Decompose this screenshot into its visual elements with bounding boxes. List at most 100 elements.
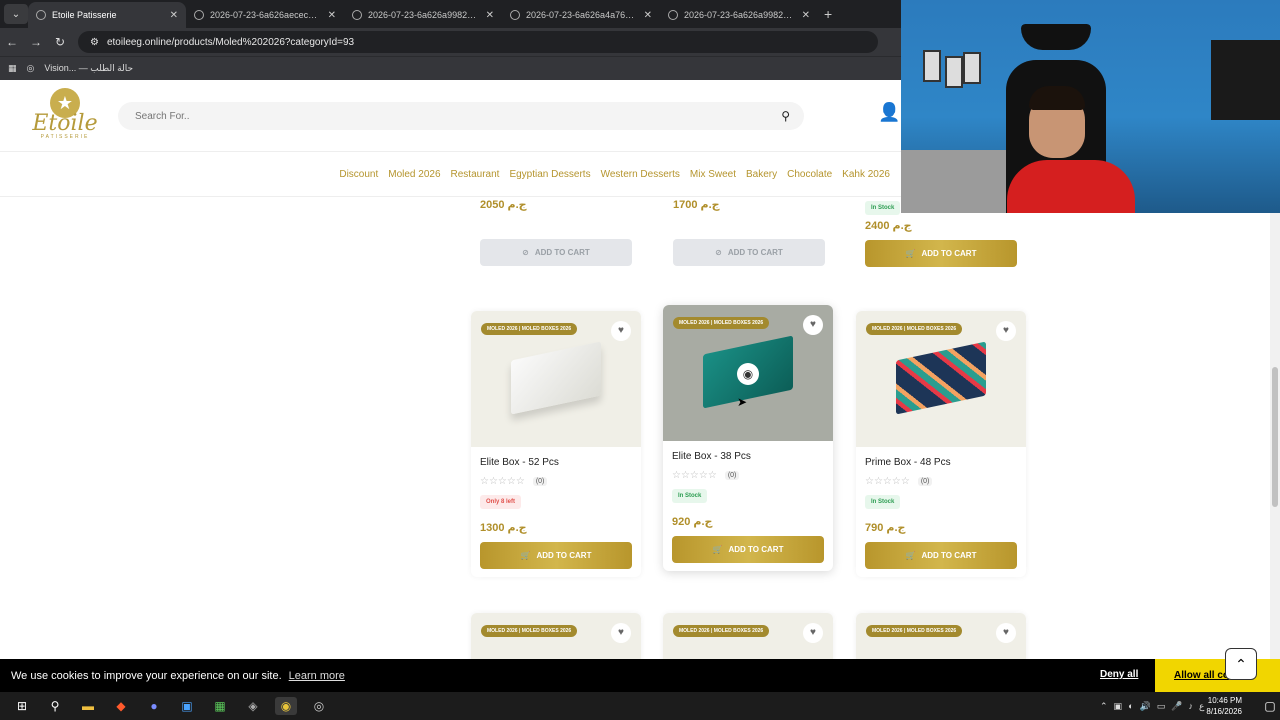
- tab-1[interactable]: 2026-07-23-6a626aecec609.pn✕: [186, 2, 344, 28]
- heart-icon[interactable]: ♥: [611, 623, 631, 643]
- new-tab-plus-icon[interactable]: +: [824, 6, 832, 22]
- heart-icon[interactable]: ♥: [611, 321, 631, 341]
- file-explorer-icon[interactable]: ▬: [77, 697, 99, 715]
- add-to-cart-button-disabled[interactable]: ⊘ ADD TO CART: [673, 239, 825, 266]
- product-image[interactable]: MOLED 2026 | MOLED BOXES 2026 ♥: [471, 311, 641, 447]
- obs-icon[interactable]: ◎: [308, 697, 330, 715]
- clock[interactable]: 10:46 PM 8/16/2026: [1190, 695, 1242, 717]
- back-arrow-icon[interactable]: ←: [0, 35, 24, 49]
- site-info-icon[interactable]: ⚙: [90, 37, 99, 48]
- learn-more-link[interactable]: Learn more: [289, 670, 345, 682]
- nav-bakery[interactable]: Bakery: [746, 169, 777, 180]
- scrollbar-thumb[interactable]: [1272, 367, 1278, 507]
- category-badge: MOLED 2026 | MOLED BOXES 2026: [673, 317, 770, 329]
- product-price: 1700 ج.م: [673, 199, 720, 211]
- rating-stars: ☆☆☆☆☆ (0): [865, 476, 1017, 487]
- tab-3[interactable]: 2026-07-23-6a626a4a7609e.pn✕: [502, 2, 660, 28]
- chrome-icon[interactable]: ◉: [275, 697, 297, 715]
- brave-browser-icon[interactable]: ◆: [110, 697, 132, 715]
- product-image[interactable]: MOLED 2026 | MOLED BOXES 2026 ♥: [856, 311, 1026, 447]
- nav-mix-sweet[interactable]: Mix Sweet: [690, 169, 736, 180]
- unavailable-icon: ⊘: [715, 248, 722, 257]
- tab-0[interactable]: Etoile Patisserie ✕: [28, 2, 186, 28]
- apps-grid-icon[interactable]: ▦: [8, 63, 17, 74]
- add-to-cart-button[interactable]: 🛒 ADD TO CART: [672, 536, 824, 563]
- heart-icon[interactable]: ♥: [996, 321, 1016, 341]
- tv: [1211, 40, 1280, 120]
- nav-kahk-2026[interactable]: Kahk 2026: [842, 169, 890, 180]
- product-image[interactable]: MOLED 2026 | MOLED BOXES 2026 ♥: [663, 613, 833, 660]
- close-tab-icon[interactable]: ✕: [486, 10, 494, 21]
- microphone-icon[interactable]: 🎤: [1171, 701, 1182, 712]
- search-icon[interactable]: ⚲: [781, 109, 790, 123]
- windows-start-icon[interactable]: ⊞: [11, 697, 33, 715]
- nav-moled-2026[interactable]: Moled 2026: [388, 169, 440, 180]
- bookmark-globe-icon: ◎: [26, 63, 35, 73]
- search-icon[interactable]: ⚲: [44, 697, 66, 715]
- review-count: (0): [917, 477, 933, 486]
- url-field[interactable]: ⚙ etoileeg.online/products/Moled%202026?c…: [78, 31, 878, 53]
- app-icon[interactable]: ◈: [242, 697, 264, 715]
- tray-chevron-icon[interactable]: ⌃: [1100, 701, 1108, 712]
- volume-icon[interactable]: 🔊: [1140, 701, 1151, 712]
- bookmark-item[interactable]: Vision... — حالة الطلب: [44, 63, 133, 74]
- product-image[interactable]: MOLED 2026 | MOLED BOXES 2026 ♥: [856, 613, 1026, 660]
- product-name[interactable]: Prime Box - 48 Pcs: [865, 457, 1017, 468]
- search-bar: ⚲: [118, 102, 804, 130]
- cart-icon: 🛒: [905, 551, 916, 560]
- close-tab-icon[interactable]: ✕: [328, 10, 336, 21]
- discord-icon[interactable]: ●: [143, 697, 165, 715]
- star-icon: ☆☆☆☆☆: [480, 476, 525, 487]
- network-icon[interactable]: ▭: [1157, 701, 1166, 712]
- product-card[interactable]: MOLED 2026 | MOLED BOXES 2026 ♥ Prime Bo…: [856, 311, 1026, 577]
- app-icon[interactable]: ▣: [176, 697, 198, 715]
- nav-chocolate[interactable]: Chocolate: [787, 169, 832, 180]
- tab-4[interactable]: 2026-07-23-6a626a9982115.pn✕: [660, 2, 818, 28]
- unavailable-icon: ⊘: [522, 248, 529, 257]
- product-image[interactable]: MOLED 2026 | MOLED BOXES 2026 ♥ ◉ ➤: [663, 305, 833, 441]
- forward-arrow-icon[interactable]: →: [24, 35, 48, 49]
- close-tab-icon[interactable]: ✕: [170, 10, 178, 21]
- tab-2[interactable]: 2026-07-23-6a626a9982115.pn✕: [344, 2, 502, 28]
- user-icon[interactable]: 👤: [878, 102, 900, 123]
- heart-icon[interactable]: ♥: [803, 315, 823, 335]
- nav-discount[interactable]: Discount: [339, 169, 378, 180]
- reload-icon[interactable]: ↻: [48, 35, 72, 49]
- product-card[interactable]: MOLED 2026 | MOLED BOXES 2026 ♥: [471, 613, 641, 660]
- quick-view-eye-icon[interactable]: ◉: [737, 363, 759, 385]
- add-to-cart-button[interactable]: 🛒 ADD TO CART: [865, 240, 1017, 267]
- person-hair: [1029, 86, 1085, 110]
- tab-search-chevron-icon[interactable]: ⌄: [4, 4, 28, 24]
- nav-egyptian-desserts[interactable]: Egyptian Desserts: [509, 169, 590, 180]
- notification-icon[interactable]: ▢: [1259, 697, 1280, 715]
- close-tab-icon[interactable]: ✕: [802, 10, 810, 21]
- store-icon[interactable]: ▦: [209, 697, 231, 715]
- nav-western-desserts[interactable]: Western Desserts: [601, 169, 680, 180]
- category-badge: MOLED 2026 | MOLED BOXES 2026: [866, 323, 963, 335]
- product-card[interactable]: MOLED 2026 | MOLED BOXES 2026 ♥ Elite Bo…: [471, 311, 641, 577]
- product-card[interactable]: MOLED 2026 | MOLED BOXES 2026 ♥: [663, 613, 833, 660]
- allow-all-button[interactable]: Allow all co: [1155, 659, 1280, 692]
- heart-icon[interactable]: ♥: [996, 623, 1016, 643]
- product-image[interactable]: MOLED 2026 | MOLED BOXES 2026 ♥: [471, 613, 641, 660]
- tray-app-icon[interactable]: ◐: [1128, 701, 1133, 711]
- product-card-hovered[interactable]: MOLED 2026 | MOLED BOXES 2026 ♥ ◉ ➤ Elit…: [663, 305, 833, 571]
- wall-crown-decal: [1021, 24, 1091, 50]
- add-to-cart-button-disabled[interactable]: ⊘ ADD TO CART: [480, 239, 632, 266]
- product-name[interactable]: Elite Box - 38 Pcs: [672, 451, 824, 462]
- page-scrollbar[interactable]: [1270, 213, 1280, 660]
- search-input[interactable]: [135, 110, 782, 122]
- globe-icon: [510, 10, 520, 20]
- product-card[interactable]: MOLED 2026 | MOLED BOXES 2026 ♥: [856, 613, 1026, 660]
- close-tab-icon[interactable]: ✕: [644, 10, 652, 21]
- etoile-logo[interactable]: ★ Etoile PATISSERIE: [30, 88, 100, 144]
- tray-app-icon[interactable]: ▣: [1114, 701, 1123, 712]
- deny-all-button[interactable]: Deny all: [1100, 669, 1138, 680]
- add-to-cart-button[interactable]: 🛒 ADD TO CART: [480, 542, 632, 569]
- product-price: 920 ج.م: [672, 516, 713, 528]
- nav-restaurant[interactable]: Restaurant: [451, 169, 500, 180]
- scroll-to-top-icon[interactable]: ⌃: [1225, 648, 1257, 680]
- heart-icon[interactable]: ♥: [803, 623, 823, 643]
- add-to-cart-button[interactable]: 🛒 ADD TO CART: [865, 542, 1017, 569]
- product-name[interactable]: Elite Box - 52 Pcs: [480, 457, 632, 468]
